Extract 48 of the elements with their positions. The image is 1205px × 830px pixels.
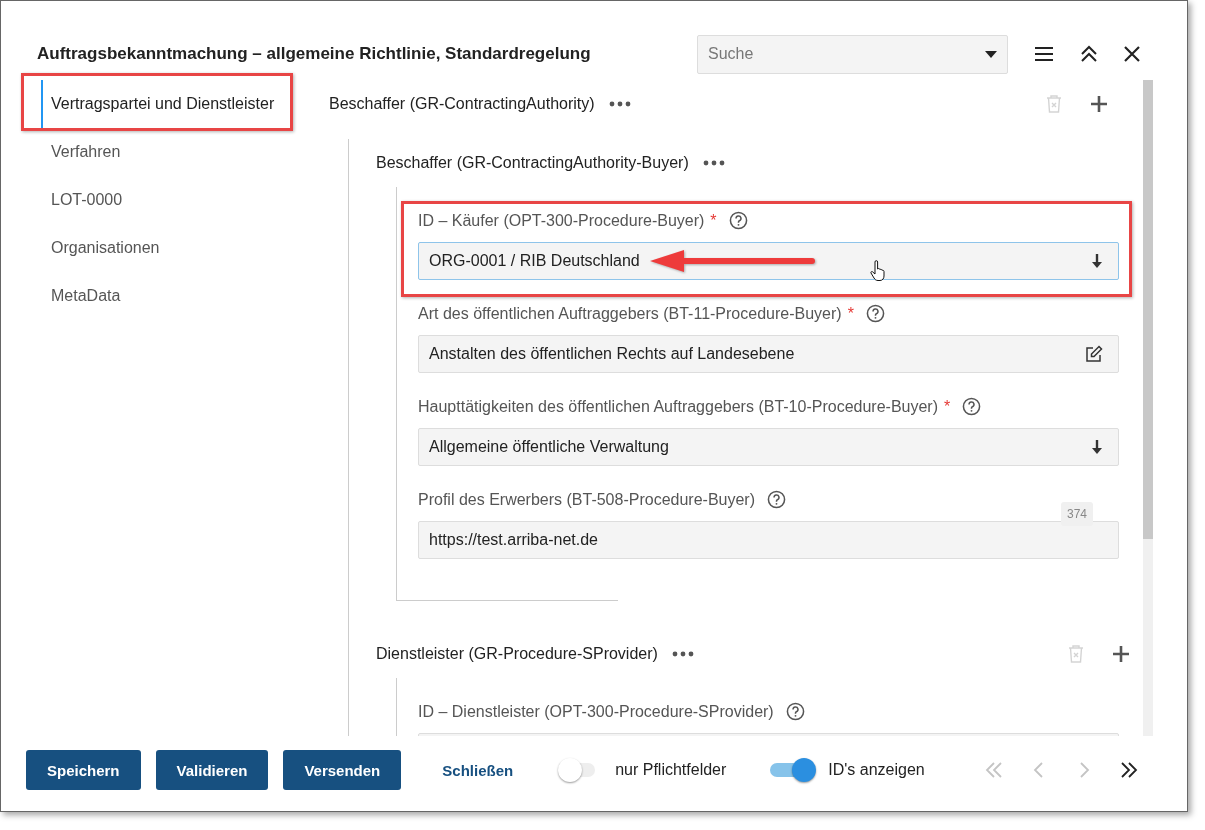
toggle-label: nur Pflichtfelder (615, 761, 727, 780)
help-icon[interactable] (785, 702, 805, 722)
scrollbar[interactable] (1143, 79, 1153, 736)
more-icon[interactable] (702, 159, 725, 166)
required-mark: * (847, 304, 854, 323)
help-icon[interactable] (962, 397, 982, 417)
sidebar-item[interactable]: MetaData (41, 271, 293, 320)
field-label: Profil des Erwerbers (BT-508-Procedure-Buyer) (418, 490, 755, 509)
input-field[interactable]: https://test.arriba-net.de (418, 520, 1119, 559)
more-icon[interactable] (608, 100, 631, 107)
close-link[interactable]: Schließen (442, 761, 514, 779)
field-label: ID – Dienstleister (OPT-300-Procedure-SProvider) (418, 702, 774, 721)
arrow-down-icon[interactable] (1091, 438, 1103, 455)
required-mark: * (710, 211, 717, 230)
toggle-label: ID's anzeigen (828, 761, 925, 780)
more-icon[interactable] (671, 650, 694, 657)
dropdown-field[interactable]: ORG-0001 / RIB Deutschland (418, 241, 1119, 280)
arrow-down-icon[interactable] (1091, 252, 1103, 269)
sidebar-item[interactable]: Vertragspartei und Dienstleister (41, 79, 293, 128)
field-label: Haupttätigkeiten des öffentlichen Auftraggebers (BT-10-Procedure-Buyer) (418, 397, 938, 416)
input-field[interactable]: Anstalten des öffentlichen Rechts auf Landesebene (418, 334, 1119, 373)
sidebar-item[interactable]: Organisationen (41, 223, 293, 272)
edit-icon[interactable] (1085, 344, 1103, 363)
sidebar-item[interactable]: Verfahren (41, 127, 293, 176)
field-label: ID – Käufer (OPT-300-Procedure-Buyer) (418, 211, 705, 230)
sidebar-item[interactable]: LOT-0000 (41, 175, 293, 224)
required-mark: * (944, 397, 951, 416)
field-label: Art des öffentlichen Auftraggebers (BT-11-Procedure-Buyer) (418, 304, 842, 323)
plus-icon[interactable] (1112, 644, 1130, 663)
action-button[interactable]: Validieren (155, 750, 269, 791)
action-button[interactable]: Speichern (26, 750, 141, 791)
help-icon[interactable] (728, 211, 748, 231)
group-title: Dienstleister (GR-Procedure-SProvider) (376, 644, 658, 663)
caret-icon (985, 50, 997, 58)
group-title: Beschaffer (GR-ContractingAuthority) (329, 94, 595, 113)
action-button[interactable]: Versenden (283, 750, 402, 791)
group-title: Beschaffer (GR-ContractingAuthority-Buyer) (376, 153, 689, 172)
menu-icon[interactable] (1034, 46, 1054, 63)
help-icon[interactable] (865, 304, 885, 324)
dropdown-field[interactable]: Allgemeine öffentliche Verwaltung (418, 427, 1119, 466)
window-title: Auftragsbekanntmachung – allgemeine Richtlinie, Standardregelung (37, 44, 592, 65)
character-counter: 374 (1060, 501, 1093, 526)
plus-icon[interactable] (1090, 94, 1108, 113)
double-chevron-icon[interactable] (1119, 761, 1139, 780)
help-icon[interactable] (767, 490, 786, 510)
search-field[interactable]: Suche (697, 34, 1008, 74)
collapse-icon[interactable] (1080, 45, 1098, 64)
close-icon[interactable] (1124, 46, 1140, 63)
